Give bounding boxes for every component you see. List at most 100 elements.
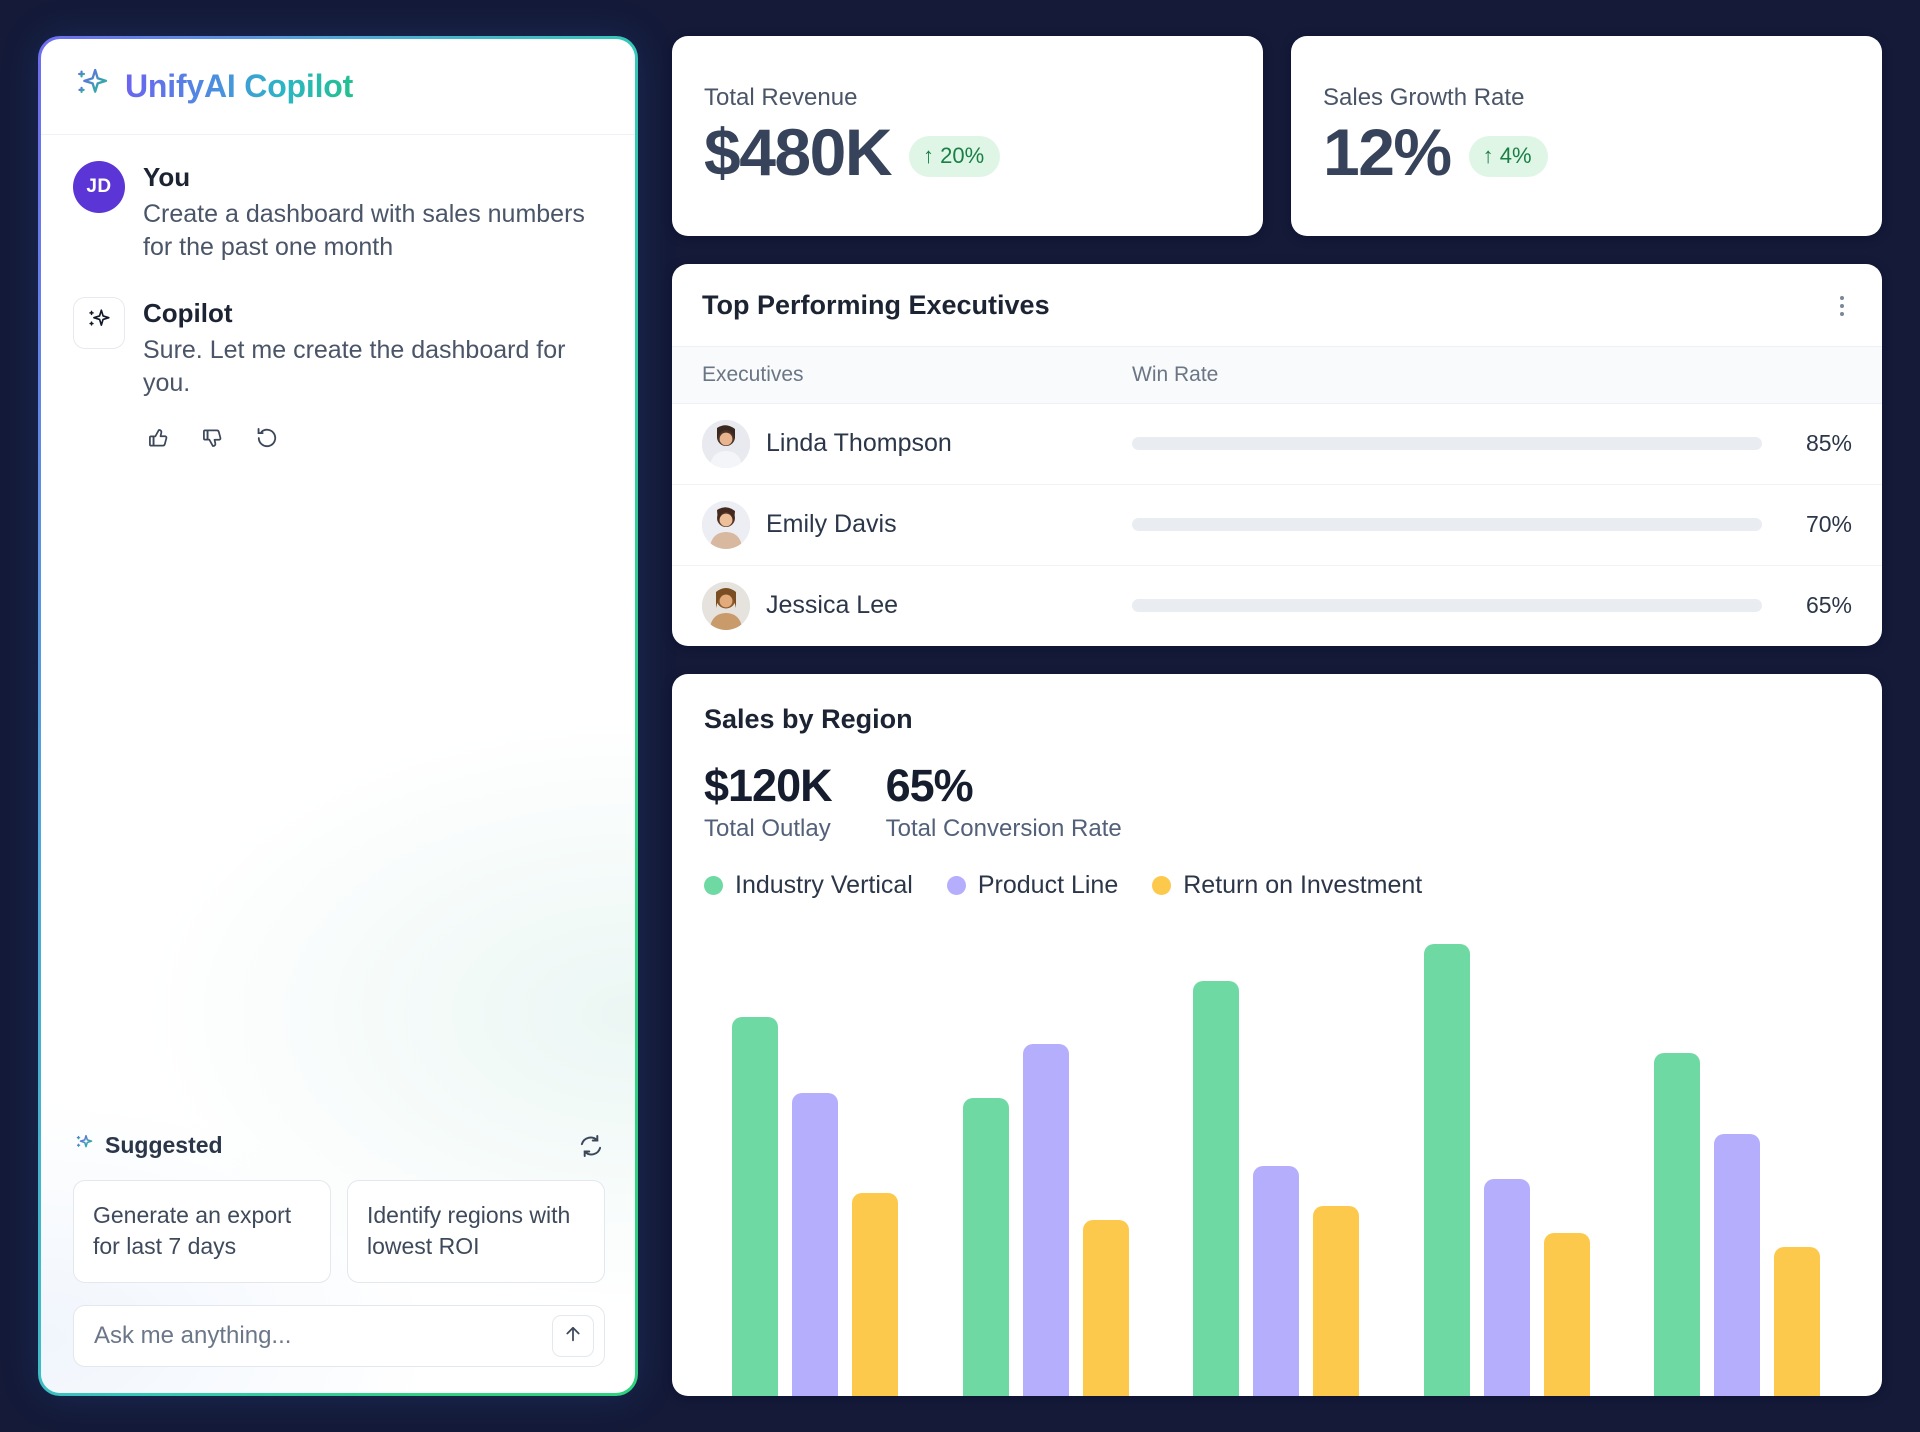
- column-header-executives: Executives: [702, 362, 804, 386]
- kpi-label: Sales Growth Rate: [1323, 84, 1525, 111]
- legend-label: Return on Investment: [1183, 871, 1423, 900]
- chart-bar[interactable]: [852, 1192, 898, 1396]
- bar-group: [732, 944, 898, 1396]
- suggestion-chip[interactable]: Generate an export for last 7 days: [73, 1179, 331, 1283]
- win-rate-value: 85%: [1805, 430, 1852, 457]
- kebab-menu-icon[interactable]: [1832, 290, 1852, 322]
- suggestion-chip[interactable]: Identify regions with lowest ROI: [347, 1179, 605, 1283]
- win-rate-bar: [1132, 599, 1762, 613]
- chat-thread: JD You Create a dashboard with sales num…: [41, 135, 635, 1132]
- kpi-label: Total Revenue: [704, 84, 858, 111]
- copilot-panel: UnifyAI Copilot JD You Create a dashboar…: [38, 36, 638, 1396]
- bar-group: [1423, 944, 1590, 1396]
- chart-legend: Industry Vertical Product Line Return on…: [704, 871, 1848, 900]
- chart-bar[interactable]: [1022, 1043, 1069, 1396]
- top-performing-executives-card: Top Performing Executives Executives Win…: [672, 263, 1882, 646]
- dashboard: Total Revenue $480K ↑ 20% Sales Growth R…: [672, 36, 1882, 1396]
- avatar: [702, 419, 750, 468]
- sparkle-icon: [73, 65, 111, 108]
- suggestion-chips: Generate an export for last 7 days Ident…: [73, 1179, 605, 1283]
- kpi-row: Total Revenue $480K ↑ 20% Sales Growth R…: [672, 36, 1882, 236]
- chart-bar[interactable]: [1714, 1134, 1760, 1396]
- legend-swatch-product-line: [946, 876, 966, 896]
- kpi-value: $480K: [704, 115, 893, 189]
- table-header-row: Executives Win Rate: [672, 345, 1882, 404]
- regenerate-icon[interactable]: [253, 424, 281, 452]
- sparkle-icon: [85, 306, 113, 339]
- chart-bar[interactable]: [1193, 980, 1239, 1396]
- stat-total-outlay: $120K Total Outlay: [704, 759, 833, 844]
- sales-by-region-bar-chart: [704, 910, 1848, 1396]
- ask-input[interactable]: [94, 1322, 552, 1350]
- avatar: [73, 296, 125, 349]
- arrow-up-icon: [562, 1323, 584, 1350]
- thumbs-down-icon[interactable]: [199, 424, 227, 452]
- avatar: JD: [73, 161, 125, 213]
- status-badge: ↑ 20%: [909, 136, 1001, 178]
- chart-bar[interactable]: [1253, 1165, 1299, 1396]
- legend-swatch-return-on-investment: [1152, 876, 1172, 896]
- suggested-header: Suggested: [73, 1132, 605, 1160]
- executive-name: Linda Thompson: [766, 429, 952, 458]
- legend-item[interactable]: Return on Investment: [1152, 871, 1422, 900]
- chart-bar[interactable]: [1543, 1233, 1590, 1396]
- refresh-icon[interactable]: [577, 1132, 605, 1160]
- kpi-value: 12%: [1323, 115, 1452, 189]
- thumbs-up-icon[interactable]: [145, 424, 173, 452]
- kpi-card-sales-growth-rate: Sales Growth Rate 12% ↑ 4%: [1291, 36, 1882, 236]
- win-rate-value: 70%: [1805, 511, 1852, 538]
- legend-item[interactable]: Product Line: [946, 871, 1119, 900]
- table-row[interactable]: Linda Thompson 85%: [672, 404, 1882, 485]
- app-root: UnifyAI Copilot JD You Create a dashboar…: [0, 0, 1920, 1432]
- copilot-header: UnifyAI Copilot: [41, 39, 635, 135]
- table-row[interactable]: Emily Davis 70%: [672, 485, 1882, 566]
- card-title: Top Performing Executives: [702, 290, 1050, 321]
- win-rate-bar: [1132, 437, 1762, 451]
- legend-item[interactable]: Industry Vertical: [704, 871, 913, 900]
- legend-label: Product Line: [977, 871, 1119, 900]
- send-button[interactable]: [552, 1315, 594, 1357]
- avatar: [702, 500, 750, 549]
- table-row[interactable]: Jessica Lee 65%: [672, 566, 1882, 646]
- message-text: Sure. Let me create the dashboard for yo…: [143, 335, 566, 397]
- composer: [73, 1305, 605, 1367]
- chart-bar[interactable]: [1082, 1219, 1129, 1396]
- chart-bar[interactable]: [1654, 1052, 1700, 1396]
- stat-value: $120K: [704, 759, 833, 811]
- column-header-win-rate: Win Rate: [1132, 362, 1219, 386]
- region-stats: $120K Total Outlay 65% Total Conversion …: [704, 761, 1848, 844]
- executive-name: Emily Davis: [766, 510, 897, 539]
- chat-message-user: JD You Create a dashboard with sales num…: [73, 161, 601, 265]
- message-author: You: [143, 162, 191, 192]
- stat-value: 65%: [885, 759, 974, 811]
- chart-bar[interactable]: [732, 1016, 778, 1396]
- executive-name: Jessica Lee: [766, 591, 899, 620]
- bar-group: [1654, 944, 1820, 1396]
- suggested-section: Suggested Generate an export for last 7 …: [41, 1132, 635, 1393]
- bar-group: [962, 944, 1129, 1396]
- win-rate-value: 65%: [1805, 592, 1852, 619]
- chart-bar[interactable]: [1313, 1206, 1359, 1396]
- status-badge: ↑ 4%: [1468, 136, 1548, 178]
- chart-bar[interactable]: [962, 1097, 1009, 1396]
- chart-bar[interactable]: [1774, 1247, 1820, 1396]
- page-title: UnifyAI Copilot: [125, 68, 354, 104]
- message-text: Create a dashboard with sales numbers fo…: [143, 200, 585, 262]
- suggested-label: Suggested: [105, 1132, 223, 1159]
- stat-caption: Total Conversion Rate: [885, 815, 1122, 843]
- chat-message-assistant: Copilot Sure. Let me create the dashboar…: [73, 296, 601, 453]
- card-title: Sales by Region: [704, 703, 913, 734]
- sparkle-icon: [73, 1132, 95, 1159]
- kpi-card-total-revenue: Total Revenue $480K ↑ 20%: [672, 36, 1263, 236]
- avatar: [702, 581, 750, 630]
- bar-group: [1193, 944, 1359, 1396]
- legend-swatch-industry-vertical: [704, 876, 723, 896]
- chart-bar[interactable]: [792, 1093, 838, 1396]
- legend-label: Industry Vertical: [735, 871, 913, 900]
- chart-bar[interactable]: [1423, 944, 1470, 1396]
- chart-bar[interactable]: [1483, 1179, 1530, 1396]
- stat-total-conversion-rate: 65% Total Conversion Rate: [886, 761, 1122, 844]
- sales-by-region-card: Sales by Region $120K Total Outlay 65% T…: [672, 673, 1882, 1396]
- message-author: Copilot: [143, 297, 233, 328]
- win-rate-bar: [1132, 518, 1762, 532]
